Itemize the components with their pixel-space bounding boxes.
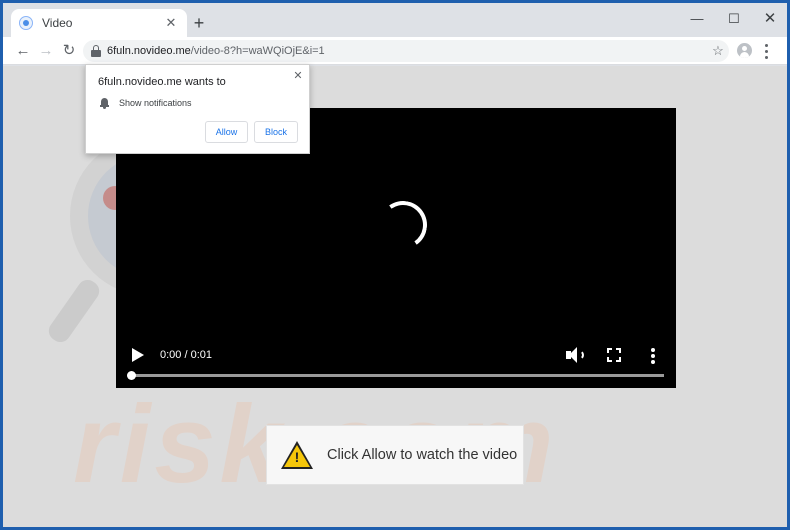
seek-bar[interactable] [131,374,664,377]
url-domain: 6fuln.novideo.me [107,45,191,57]
allow-button[interactable]: Allow [205,121,248,143]
bell-icon [100,98,109,109]
popup-title: 6fuln.novideo.me wants to [98,76,226,88]
minimize-button[interactable]: — [682,7,712,31]
volume-icon[interactable] [566,346,586,364]
new-tab-button[interactable]: + [189,13,209,33]
loading-spinner-icon [375,197,431,253]
warning-icon: ! [281,441,313,469]
notification-permission-popup: 6fuln.novideo.me wants to ✕ Show notific… [85,64,310,154]
bookmark-star-icon[interactable]: ☆ [708,41,728,61]
kebab-menu-icon[interactable] [759,41,773,61]
allow-notice-box: ! Click Allow to watch the video [266,425,524,485]
profile-avatar-icon[interactable] [737,43,752,58]
play-icon[interactable] [132,348,144,362]
fullscreen-icon[interactable] [607,348,621,362]
url-path: /video-8?h=waWQiOjE&i=1 [190,45,325,57]
url-text: 6fuln.novideo.me/video-8?h=waWQiOjE&i=1 [107,45,325,57]
seek-handle[interactable] [126,371,136,380]
more-options-icon[interactable] [650,348,656,364]
watermark-handle [44,276,104,346]
reload-button[interactable]: ↻ [59,41,79,61]
permission-label: Show notifications [119,98,192,108]
maximize-button[interactable]: ☐ [719,7,749,31]
close-window-button[interactable]: ✕ [755,7,785,31]
video-time: 0:00 / 0:01 [160,349,212,361]
lock-icon[interactable] [91,45,101,57]
forward-button[interactable]: → [36,41,56,61]
tab-video[interactable]: Video ✕ [11,9,187,37]
browser-window: Video ✕ + — ☐ ✕ ← → ↻ 6fuln.novideo.me/v… [3,3,787,527]
browser-toolbar: ← → ↻ 6fuln.novideo.me/video-8?h=waWQiOj… [3,37,787,65]
block-button[interactable]: Block [254,121,298,143]
popup-close-icon[interactable]: ✕ [291,69,305,83]
tab-strip: Video ✕ + — ☐ ✕ [3,3,787,37]
back-button[interactable]: ← [13,41,33,61]
address-bar[interactable]: 6fuln.novideo.me/video-8?h=waWQiOjE&i=1 [83,40,729,62]
tab-close-icon[interactable]: ✕ [163,15,179,31]
globe-icon [19,16,33,30]
tab-title: Video [42,16,73,30]
notice-message: Click Allow to watch the video [327,447,518,463]
